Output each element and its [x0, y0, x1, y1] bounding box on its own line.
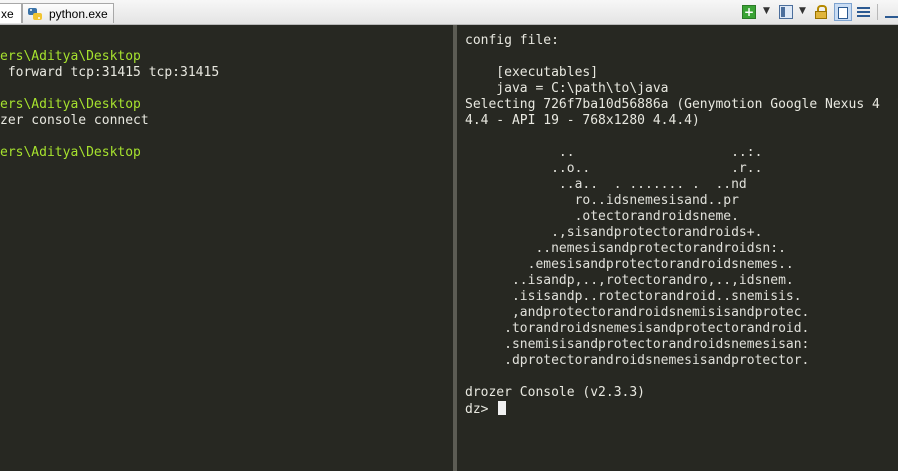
- console-line: ers\Aditya\Desktop: [0, 145, 141, 160]
- panel-icon[interactable]: [834, 3, 852, 21]
- ascii-art-line: .snemisisandprotectorandroidsnemesisan:: [465, 337, 810, 352]
- tab-python-label: python.exe: [49, 7, 108, 21]
- ascii-art-line: .emesisandprotectorandroidsnemes..: [465, 257, 794, 272]
- text-cursor: [498, 401, 507, 415]
- ascii-art-line: .otectorandroidsneme.: [465, 209, 739, 224]
- ascii-art-line: .isisandp..rotectorandroid..snemisis.: [465, 289, 802, 304]
- tab-cmd-label: xe: [1, 7, 14, 21]
- console-line: [executables]: [465, 65, 599, 80]
- console-line: java = C:\path\to\java: [465, 81, 669, 96]
- ascii-art-line: .dprotectorandroidsnemesisandprotector.: [465, 353, 810, 368]
- toolbar-divider: [877, 4, 878, 20]
- console-line: forward tcp:31415 tcp:31415: [0, 65, 220, 80]
- tab-python[interactable]: python.exe: [22, 3, 114, 23]
- prompt-text: dz>: [465, 402, 497, 417]
- ascii-art-line: .. ..:.: [465, 145, 763, 160]
- list-icon[interactable]: [857, 5, 871, 19]
- console-line: ers\Aditya\Desktop: [0, 49, 141, 64]
- layout-dropdown-arrow-icon[interactable]: ▼: [799, 6, 806, 16]
- console-line: Selecting 726f7ba10d56886a (Genymotion G…: [465, 97, 880, 112]
- lock-icon[interactable]: [815, 5, 827, 19]
- python-icon: [28, 8, 42, 20]
- command-prompt[interactable]: dz>: [465, 401, 507, 418]
- add-console-icon[interactable]: +: [742, 5, 756, 19]
- minimize-icon[interactable]: [885, 5, 898, 19]
- add-dropdown-arrow-icon[interactable]: ▼: [763, 6, 770, 16]
- ascii-art-line: ro..idsnemesisand..pr: [465, 193, 739, 208]
- ascii-art-line: .torandroidsnemesisandprotectorandroid.: [465, 321, 810, 336]
- ascii-art-line: ,andprotectorandroidsnemisisandprotec.: [465, 305, 810, 320]
- tab-cmd[interactable]: xe: [0, 3, 22, 23]
- console-line: 4.4 - API 19 - 768x1280 4.4.4): [465, 113, 700, 128]
- ascii-art-line: ..a.. . ....... . ..nd: [465, 177, 747, 192]
- right-console-pane[interactable]: config file: [executables] java = C:\pat…: [457, 25, 898, 471]
- left-console-pane[interactable]: ers\Aditya\Desktop forward tcp:31415 tcp…: [0, 25, 453, 471]
- ascii-art-line: ..nemesisandprotectorandroidsn:.: [465, 241, 786, 256]
- tab-bar: xe python.exe + ▼ ▼: [0, 0, 898, 25]
- ascii-art-line: ..isandp,..,rotectorandro,..,idsnem.: [465, 273, 794, 288]
- layout-icon[interactable]: [779, 5, 793, 19]
- drozer-version-line: drozer Console (v2.3.3): [465, 385, 646, 400]
- console-line: zer console connect: [0, 113, 149, 128]
- ascii-art-line: ..o.. .r..: [465, 161, 763, 176]
- ascii-art-line: .,sisandprotectorandroids+.: [465, 225, 763, 240]
- console-line: config file:: [465, 33, 559, 48]
- console-line: ers\Aditya\Desktop: [0, 97, 141, 112]
